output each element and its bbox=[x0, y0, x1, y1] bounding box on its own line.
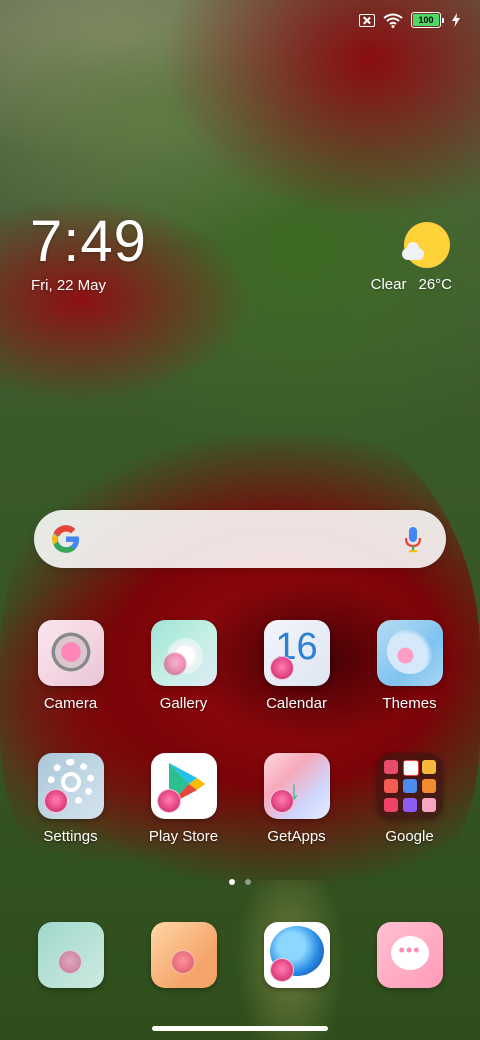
notes-icon bbox=[150, 922, 217, 988]
battery-icon: 100 bbox=[411, 12, 444, 28]
settings-icon bbox=[37, 753, 104, 819]
dock-contacts[interactable] bbox=[21, 922, 121, 988]
google-search-bar[interactable] bbox=[34, 510, 446, 568]
calendar-icon: 16 bbox=[263, 620, 330, 686]
weather-condition: Clear bbox=[370, 276, 407, 293]
google-g-icon bbox=[52, 525, 80, 553]
app-label: Google bbox=[385, 828, 434, 845]
home-indicator[interactable] bbox=[152, 1026, 328, 1031]
weather-widget[interactable]: Clear 26°C bbox=[342, 222, 452, 302]
sim-x-icon bbox=[359, 13, 375, 27]
contacts-icon bbox=[37, 922, 104, 988]
app-getapps[interactable]: ↓ GetApps bbox=[247, 753, 347, 845]
microphone-icon[interactable] bbox=[402, 525, 424, 555]
app-grid-row-2: Settings Play Store ↓ GetApps Google bbox=[0, 753, 480, 845]
browser-icon bbox=[263, 922, 330, 988]
app-label: GetApps bbox=[267, 828, 326, 845]
charging-bolt-icon bbox=[452, 13, 460, 27]
themes-icon bbox=[376, 620, 443, 686]
app-google-folder[interactable]: Google bbox=[360, 753, 460, 845]
play-store-icon bbox=[150, 753, 217, 819]
clock-date[interactable]: Fri, 22 May bbox=[31, 277, 106, 294]
page-dot-active[interactable] bbox=[229, 879, 235, 885]
dock-browser[interactable] bbox=[247, 922, 347, 988]
app-label: Camera bbox=[43, 695, 98, 712]
status-bar: 100 bbox=[359, 12, 460, 28]
weather-temperature: 26°C bbox=[418, 276, 452, 293]
dock: ••• bbox=[0, 922, 480, 988]
app-play-store[interactable]: Play Store bbox=[134, 753, 234, 845]
app-label: Settings bbox=[43, 828, 98, 845]
app-themes[interactable]: Themes bbox=[360, 620, 460, 712]
page-indicator bbox=[0, 879, 480, 885]
messages-icon: ••• bbox=[376, 922, 443, 988]
app-grid-row-1: Camera Gallery 16 Calendar Themes bbox=[0, 620, 480, 712]
dock-messages[interactable]: ••• bbox=[360, 922, 460, 988]
app-camera[interactable]: Camera bbox=[21, 620, 121, 712]
gallery-icon bbox=[150, 620, 217, 686]
app-label: Calendar bbox=[266, 695, 327, 712]
getapps-icon: ↓ bbox=[263, 753, 330, 819]
app-label: Gallery bbox=[159, 695, 208, 712]
google-folder-icon bbox=[376, 753, 443, 819]
page-dot[interactable] bbox=[245, 879, 251, 885]
app-label: Play Store bbox=[148, 828, 219, 845]
dock-notes[interactable] bbox=[134, 922, 234, 988]
app-settings[interactable]: Settings bbox=[21, 753, 121, 845]
cloud-icon bbox=[402, 242, 424, 260]
app-gallery[interactable]: Gallery bbox=[134, 620, 234, 712]
app-calendar[interactable]: 16 Calendar bbox=[247, 620, 347, 712]
wifi-icon bbox=[383, 13, 403, 28]
camera-icon bbox=[37, 620, 104, 686]
battery-level: 100 bbox=[413, 14, 439, 26]
app-label: Themes bbox=[382, 695, 437, 712]
clock-time[interactable]: 7:49 bbox=[30, 212, 147, 272]
